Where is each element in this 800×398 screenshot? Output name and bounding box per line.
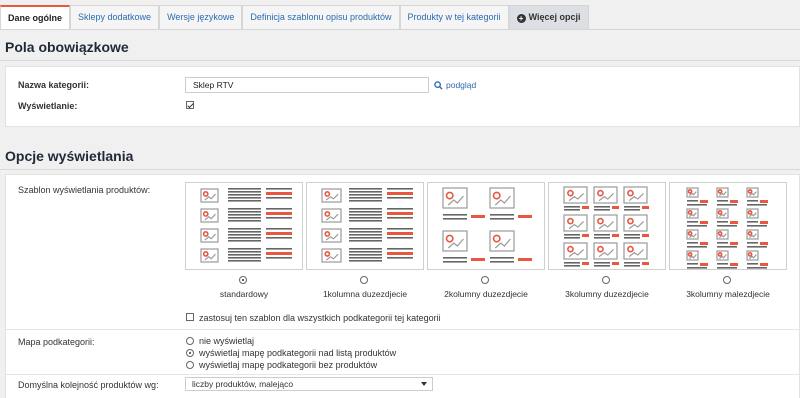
search-icon xyxy=(434,80,443,90)
divider xyxy=(5,329,800,330)
template-radio-1col-large[interactable] xyxy=(360,276,368,284)
tab-general[interactable]: Dane ogólne xyxy=(0,5,71,30)
tab-underline xyxy=(0,29,800,30)
template-preview-1col-large xyxy=(321,188,413,263)
tab-bar: Dane ogólne Sklepy dodatkowe Wersje języ… xyxy=(0,5,589,30)
template-name: standardowy xyxy=(219,289,269,299)
template-card-3col-large[interactable] xyxy=(548,182,666,270)
category-name-input[interactable]: Sklep RTV xyxy=(185,77,429,93)
section-title-required: Pola obowiązkowe xyxy=(5,39,129,55)
apply-all-checkbox[interactable] xyxy=(186,313,194,321)
section-title-display: Opcje wyświetlania xyxy=(5,148,134,164)
template-name: 1kolumna duzezdjecie xyxy=(322,289,408,299)
template-radio-3col-small[interactable] xyxy=(723,276,731,284)
template-card-3col-small[interactable] xyxy=(669,182,787,270)
plus-circle-icon: + xyxy=(516,14,526,23)
template-name: 3kolumny malezdjecie xyxy=(686,289,770,299)
tab-languages[interactable]: Wersje językowe xyxy=(159,5,243,30)
chevron-down-icon xyxy=(421,382,427,386)
divider xyxy=(0,169,800,170)
visibility-label: Wyświetlanie: xyxy=(18,101,78,111)
visibility-checkbox[interactable] xyxy=(186,101,194,109)
preview-link-label: podgląd xyxy=(446,80,477,90)
submap-option-label: nie wyświetlaj xyxy=(199,336,255,346)
divider xyxy=(0,60,800,61)
template-card-2col-large[interactable] xyxy=(427,182,545,270)
submap-option-label: wyświetlaj mapę podkategorii nad listą p… xyxy=(199,348,397,358)
template-card-standard[interactable] xyxy=(185,182,303,270)
sort-select[interactable]: liczby produktów, malejąco xyxy=(185,377,433,391)
category-name-label: Nazwa kategorii: xyxy=(18,80,90,90)
preview-link[interactable]: podgląd xyxy=(434,80,476,90)
submap-radio-without[interactable] xyxy=(186,361,194,369)
tab-description-template[interactable]: Definicja szablonu opisu produktów xyxy=(242,5,400,30)
tab-more-label: Więcej opcji xyxy=(528,12,581,22)
submap-radio-none[interactable] xyxy=(186,337,194,345)
sort-label: Domyślna kolejność produktów wg: xyxy=(18,380,159,390)
template-name: 2kolumny duzezdjecie xyxy=(444,289,528,299)
template-label: Szablon wyświetlania produktów: xyxy=(18,185,151,195)
sort-select-value: liczby produktów, malejąco xyxy=(192,379,294,389)
template-radio-standard[interactable] xyxy=(239,276,247,284)
divider xyxy=(5,374,800,375)
template-preview-3col-large xyxy=(563,186,649,267)
tab-more-options[interactable]: + Więcej opcji xyxy=(508,5,589,30)
tab-extra-shops[interactable]: Sklepy dodatkowe xyxy=(70,5,160,30)
template-preview-standard xyxy=(200,188,292,263)
apply-all-label: zastosuj ten szablon dla wszystkich podk… xyxy=(199,313,441,323)
required-panel xyxy=(5,66,800,127)
submap-label: Mapa podkategorii: xyxy=(18,337,95,347)
tab-category-products[interactable]: Produkty w tej kategorii xyxy=(399,5,509,30)
template-name: 3kolumny duzezdjecie xyxy=(565,289,649,299)
template-preview-2col-large xyxy=(442,187,532,263)
template-preview-3col-small xyxy=(686,187,768,269)
submap-option-label: wyświetlaj mapę podkategorii bez produkt… xyxy=(199,360,378,370)
submap-radio-above[interactable] xyxy=(186,349,194,357)
template-radio-3col-large[interactable] xyxy=(602,276,610,284)
template-card-1col-large[interactable] xyxy=(306,182,424,270)
template-radio-2col-large[interactable] xyxy=(481,276,489,284)
